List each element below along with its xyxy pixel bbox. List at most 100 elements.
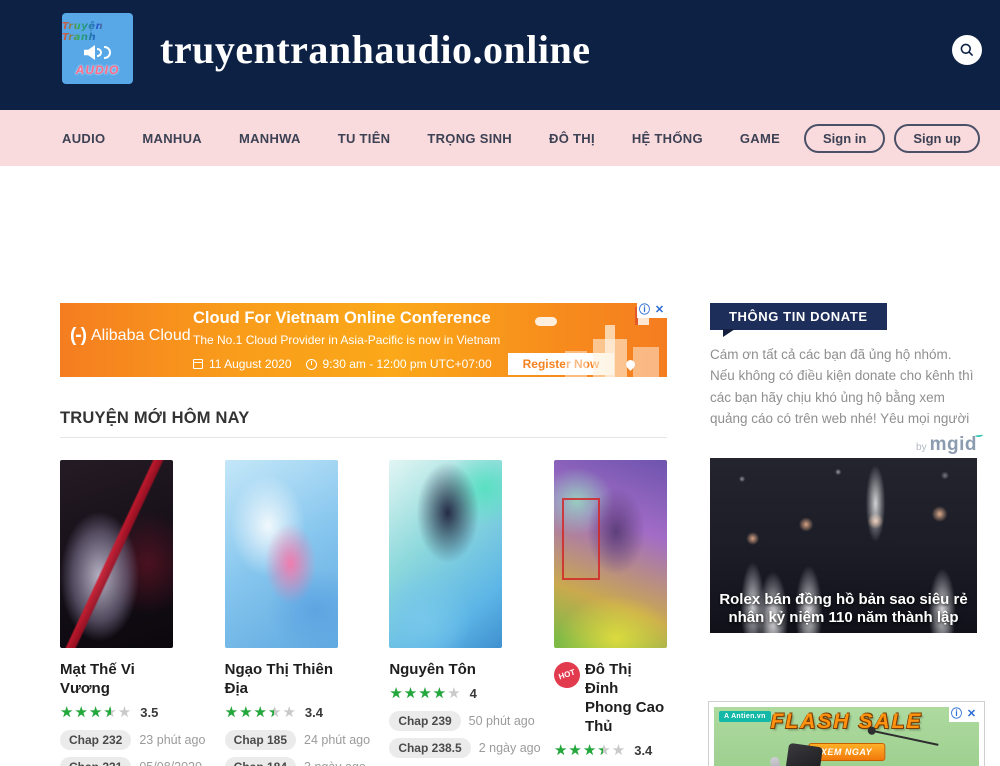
rating-value: 3.4 — [305, 705, 323, 720]
flash-sale-ad[interactable]: A Antien.vn FLASH SALE XEM NGAY ⓘ ✕ — [708, 701, 985, 766]
banner-ad-subtitle: The No.1 Cloud Provider in Asia-Pacific … — [193, 333, 500, 347]
nav-item-game[interactable]: GAME — [740, 131, 780, 146]
hot-badge: HOT — [551, 659, 584, 692]
comic-cards: Mạt Thế Vi Vương ★★★★★ ★★★★★ 3.5 Chap 23… — [60, 460, 667, 766]
star-rating-icon: ★★★★★ ★★★★★ — [60, 705, 132, 720]
chapter-chip[interactable]: Chap 232 — [60, 730, 131, 750]
chapter-row: Chap 238.5 2 ngày ago — [389, 738, 502, 758]
comic-cover[interactable] — [225, 460, 338, 648]
banner-ad-time: 9:30 am - 12:00 pm UTC+07:00 — [323, 357, 492, 371]
ad-info-icon[interactable]: ⓘ — [949, 707, 964, 722]
chapter-chip[interactable]: Chap 239 — [389, 711, 460, 731]
sign-in-button[interactable]: Sign in — [804, 124, 885, 153]
auth-buttons: Sign in Sign up — [804, 124, 980, 153]
nav-item-trong-sinh[interactable]: TRỌNG SINH — [427, 131, 512, 146]
chapter-time: 23 phút ago — [139, 733, 205, 747]
search-button[interactable] — [952, 35, 982, 65]
comic-card: Ngạo Thị Thiên Địa ★★★★★ ★★★★★ 3.4 Chap … — [225, 460, 338, 766]
page: Truyện Tranh AUDIO truyentranhaudio.onli… — [0, 0, 1000, 766]
nav-item-do-thi[interactable]: ĐÔ THỊ — [549, 131, 595, 146]
chapter-time: 3 ngày ago — [304, 760, 366, 766]
star-rating-icon: ★★★★★ ★★★★★ — [225, 705, 297, 720]
flash-ad-title: FLASH SALE — [714, 710, 979, 734]
star-rating-icon: ★★★★★ ★★★★★ — [389, 686, 461, 701]
clock-icon — [306, 359, 317, 370]
chapter-time: 24 phút ago — [304, 733, 370, 747]
nav-item-he-thong[interactable]: HỆ THỐNG — [632, 131, 703, 146]
ad-choices-controls: ⓘ ✕ — [637, 303, 667, 318]
alibaba-brand-name: Alibaba Cloud — [91, 327, 191, 345]
chapter-chip[interactable]: Chap 231 — [60, 757, 131, 766]
ad-close-icon[interactable]: ✕ — [652, 303, 667, 318]
native-ad-image[interactable]: Rolex bán đồng hồ bản sao siêu rẻ nhân k… — [710, 458, 977, 633]
microphone-image — [769, 756, 783, 766]
rating-row: ★★★★★ ★★★★★ 3.4 — [554, 743, 667, 758]
mgid-logo: mgid — [930, 434, 977, 455]
comic-title[interactable]: Ngạo Thị Thiên Địa — [225, 661, 338, 699]
chapter-row: Chap 231 05/08/2020 — [60, 757, 173, 766]
chapter-row: Chap 239 50 phút ago — [389, 711, 502, 731]
alibaba-brand-icon: (-) — [70, 325, 86, 347]
sidebar: THÔNG TIN DONATE Cám ơn tất cả các bạn đ… — [710, 303, 987, 766]
header: Truyện Tranh AUDIO truyentranhaudio.onli… — [0, 0, 1000, 110]
site-logo[interactable]: Truyện Tranh AUDIO — [62, 13, 133, 84]
chapter-row: Chap 232 23 phút ago — [60, 730, 173, 750]
calendar-icon — [193, 359, 203, 369]
comic-title-text: Nguyên Tôn — [389, 661, 476, 680]
banner-ad-date: 11 August 2020 — [209, 357, 292, 371]
donate-ribbon: THÔNG TIN DONATE — [710, 303, 887, 330]
chapter-list: Chap 232 23 phút ago Chap 231 05/08/2020 — [60, 730, 173, 766]
chapter-time: 50 phút ago — [469, 714, 535, 728]
rating-row: ★★★★★ ★★★★★ 4 — [389, 686, 502, 701]
rating-value: 3.4 — [634, 743, 652, 758]
mgid-check-icon — [975, 433, 983, 438]
section-title: TRUYỆN MỚI HÔM NAY — [60, 409, 667, 428]
chapter-time: 2 ngày ago — [479, 741, 541, 755]
comic-cover[interactable] — [60, 460, 173, 648]
main-column: (-) Alibaba Cloud Cloud For Vietnam Onli… — [60, 303, 667, 766]
comic-title-text: Đô Thị Đỉnh Phong Cao Thủ — [585, 661, 667, 737]
banner-ad-title: Cloud For Vietnam Online Conference — [193, 309, 491, 328]
chapter-chip[interactable]: Chap 185 — [225, 730, 296, 750]
star-rating-icon: ★★★★★ ★★★★★ — [554, 743, 626, 758]
alibaba-banner-ad[interactable]: (-) Alibaba Cloud Cloud For Vietnam Onli… — [60, 303, 667, 377]
chapter-list: Chap 239 50 phút ago Chap 238.5 2 ngày a… — [389, 711, 502, 758]
comic-title[interactable]: HOT Đô Thị Đỉnh Phong Cao Thủ — [554, 661, 667, 737]
flash-sale-ad-inner: A Antien.vn FLASH SALE XEM NGAY ⓘ ✕ — [714, 707, 979, 766]
chapter-chip[interactable]: Chap 184 — [225, 757, 296, 766]
comic-cover[interactable] — [554, 460, 667, 648]
rating-value: 3.5 — [140, 705, 158, 720]
nav-item-manhwa[interactable]: MANHWA — [239, 131, 301, 146]
nav-item-tu-tien[interactable]: TU TIÊN — [338, 131, 391, 146]
speaker-icon — [84, 44, 111, 62]
mgid-by-label: by — [916, 442, 927, 453]
ad-info-icon[interactable]: ⓘ — [637, 303, 652, 318]
mgid-attribution[interactable]: bymgid — [710, 434, 977, 456]
comic-cover[interactable] — [389, 460, 502, 648]
chapter-chip[interactable]: Chap 238.5 — [389, 738, 470, 758]
sign-up-button[interactable]: Sign up — [894, 124, 980, 153]
comic-title-text: Mạt Thế Vi Vương — [60, 661, 173, 699]
comic-title-text: Ngạo Thị Thiên Địa — [225, 661, 338, 699]
chapter-row: Chap 184 3 ngày ago — [225, 757, 338, 766]
comic-title[interactable]: Nguyên Tôn — [389, 661, 502, 680]
comic-card: HOT Đô Thị Đỉnh Phong Cao Thủ ★★★★★ ★★★★… — [554, 460, 667, 766]
nav-item-audio[interactable]: AUDIO — [62, 131, 105, 146]
chapter-time: 05/08/2020 — [139, 760, 202, 766]
section-divider — [60, 437, 667, 438]
native-ad-caption: Rolex bán đồng hồ bản sao siêu rẻ nhân k… — [714, 591, 973, 629]
main-nav: AUDIO MANHUA MANHWA TU TIÊN TRỌNG SINH Đ… — [0, 110, 1000, 166]
nav-items: AUDIO MANHUA MANHWA TU TIÊN TRỌNG SINH Đ… — [62, 131, 780, 146]
ad-choices-controls: ⓘ ✕ — [949, 707, 979, 722]
ad-close-icon[interactable]: ✕ — [964, 707, 979, 722]
logo-script-text: Truyện Tranh — [62, 21, 133, 43]
nav-item-manhua[interactable]: MANHUA — [142, 131, 202, 146]
comic-card: Nguyên Tôn ★★★★★ ★★★★★ 4 Chap 239 50 phú… — [389, 460, 502, 766]
alibaba-logo: (-) Alibaba Cloud — [70, 325, 191, 347]
comic-card: Mạt Thế Vi Vương ★★★★★ ★★★★★ 3.5 Chap 23… — [60, 460, 173, 766]
comic-title[interactable]: Mạt Thế Vi Vương — [60, 661, 173, 699]
search-icon — [959, 42, 975, 58]
chapter-list: Chap 185 24 phút ago Chap 184 3 ngày ago — [225, 730, 338, 766]
site-title: truyentranhaudio.online — [160, 26, 590, 73]
rating-row: ★★★★★ ★★★★★ 3.4 — [225, 705, 338, 720]
